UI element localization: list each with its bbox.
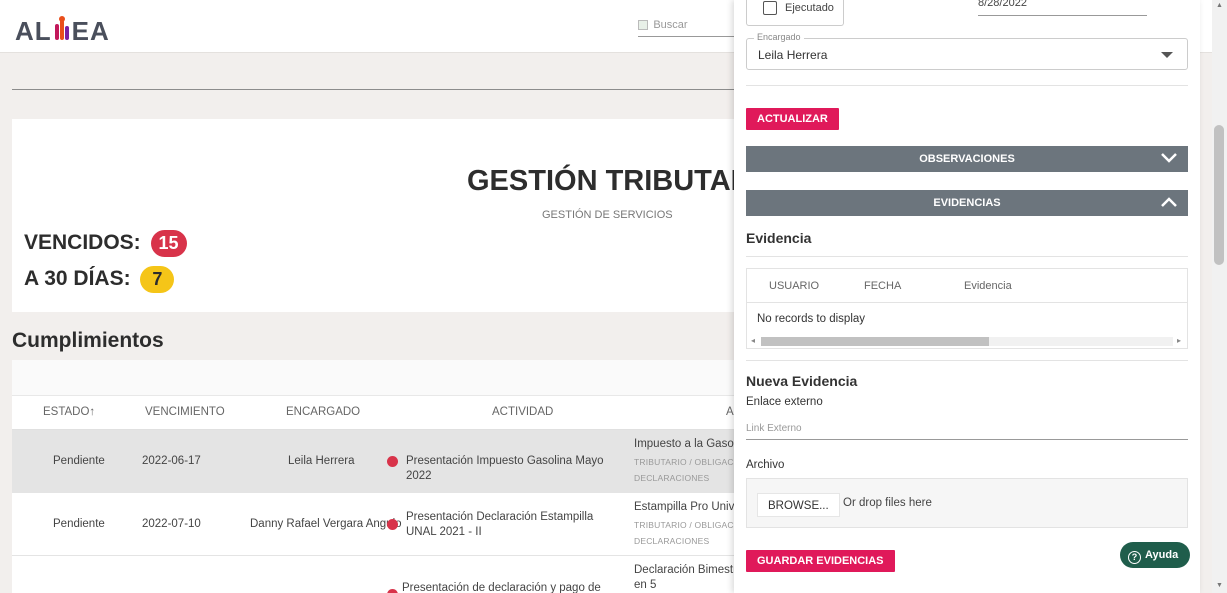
cell-categoria-cont: en 5 [634,579,657,591]
summary-card: GESTIÓN TRIBUTARIA GESTIÓN DE SERVICIOS … [12,119,781,312]
status-dot-icon [387,456,398,467]
vencidos-stat: VENCIDOS: 15 [24,230,187,257]
cell-actividad: Presentación de declaración y pago de IV… [402,582,601,593]
ejecutado-checkbox[interactable]: Ejecutado [746,0,844,26]
cell-actividad: Presentación Impuesto Gasolina Mayo 2022 [406,455,604,482]
status-dot-icon [387,519,398,530]
cumplimientos-title: Cumplimientos [12,329,164,352]
cell-estado: Pendiente [53,455,105,467]
divider [746,256,1188,257]
scroll-thumb[interactable] [1214,125,1224,265]
evidencia-table: USUARIO FECHA Evidencia No records to di… [746,268,1188,349]
cell-tag: DECLARACIONES [634,536,710,546]
divider-line [12,89,742,90]
cell-estado: Pendiente [53,518,105,530]
checkbox-icon[interactable] [763,1,777,15]
cell-vencimiento: 2022-07-10 [142,518,201,530]
divider [746,85,1188,86]
col-actividad[interactable]: ACTIVIDAD [492,406,553,418]
divider [746,360,1188,361]
a30dias-stat: A 30 DÍAS: 7 [24,266,175,293]
cell-vencimiento: 2022-06-17 [142,455,201,467]
table-row[interactable]: Pendiente 2022-06-17 Leila Herrera Prese… [12,430,742,493]
col-evidencia[interactable]: Evidencia [964,280,1012,292]
col-vencimiento[interactable]: VENCIMIENTO [145,406,225,418]
table-row[interactable]: Pendiente 2022-07-10 Danny Rafael Vergar… [12,493,742,556]
evidencias-accordion[interactable]: EVIDENCIAS [746,190,1188,216]
col-fecha[interactable]: FECHA [864,280,901,292]
cell-categoria: Estampilla Pro Unive [634,501,741,513]
page-scrollbar[interactable]: ▲ ▼ [1212,0,1227,593]
broken-image-icon [638,19,648,30]
encargado-value: Leila Herrera [758,48,828,62]
cell-tag: TRIBUTARIO / OBLIGACIO [634,520,742,530]
cumplimientos-table: ESTADO↑ VENCIMIENTO ENCARGADO ACTIVIDAD … [12,360,742,593]
dropdown-arrow-icon [1161,52,1173,58]
search-placeholder: Buscar [653,19,688,31]
table-toolbar [12,360,742,396]
cell-categoria: Declaración Bimestr [634,564,737,576]
cell-categoria: Impuesto a la Gasoli [634,438,739,450]
link-externo-input[interactable] [746,418,1188,439]
vencidos-badge[interactable]: 15 [150,230,187,257]
evidencia-table-header: USUARIO FECHA Evidencia [747,269,1187,303]
col-encargado[interactable]: ENCARGADO [286,406,360,418]
archivo-label: Archivo [746,459,785,471]
link-externo-field[interactable] [746,418,1188,440]
col-estado[interactable]: ESTADO↑ [43,406,95,418]
cell-encargado: Leila Herrera [288,455,355,467]
vencidos-label: VENCIDOS: [24,231,141,254]
observaciones-accordion[interactable]: OBSERVACIONES [746,146,1188,172]
col-area[interactable]: A [726,406,734,418]
nueva-evidencia-title: Nueva Evidencia [746,373,858,389]
ejecutado-label: Ejecutado [785,2,834,14]
scroll-up-icon[interactable]: ▲ [1216,2,1223,9]
col-usuario[interactable]: USUARIO [769,280,819,292]
encargado-select[interactable]: Encargado Leila Herrera [746,32,1188,70]
enlace-label: Enlace externo [746,396,823,408]
file-dropzone[interactable]: BROWSE... Or drop files here [746,478,1188,528]
evidencia-title: Evidencia [746,230,812,246]
page-subtitle: GESTIÓN DE SERVICIOS [542,209,673,221]
scroll-thumb[interactable] [761,337,989,346]
chevron-down-icon [1161,153,1177,164]
encargado-legend: Encargado [754,32,804,42]
cell-actividad: Presentación Declaración Estampilla UNAL… [406,511,594,538]
status-dot-icon [387,589,398,593]
a30dias-label: A 30 DÍAS: [24,267,131,290]
fecha-value: 8/28/2022 [978,0,1027,9]
guardar-evidencias-button[interactable]: GUARDAR EVIDENCIAS [746,550,895,572]
chevron-up-icon [1161,197,1177,208]
logo-mark-icon [53,16,71,42]
search-field[interactable]: Buscar [638,17,738,37]
scroll-left-icon[interactable]: ◂ [751,336,755,345]
a30dias-badge[interactable]: 7 [140,266,175,293]
help-label: Ayuda [1145,549,1179,561]
actualizar-button[interactable]: ACTUALIZAR [746,108,839,130]
browse-button[interactable]: BROWSE... [757,493,840,517]
horizontal-scrollbar[interactable]: ◂ ▸ [747,335,1187,347]
table-row[interactable]: Presentación de declaración y pago de IV… [12,556,742,593]
help-icon: ? [1128,551,1141,564]
table-header: ESTADO↑ VENCIMIENTO ENCARGADO ACTIVIDAD … [12,396,742,430]
evidencias-label: EVIDENCIAS [933,197,1001,209]
cell-tag: TRIBUTARIO / OBLIGACIO [634,457,742,467]
cell-tag: DECLARACIONES [634,473,710,483]
detail-panel: Ejecutado 8/28/2022 Encargado Leila Herr… [734,0,1200,593]
observaciones-label: OBSERVACIONES [919,153,1015,165]
no-records-text: No records to display [757,313,866,325]
drop-hint: Or drop files here [843,497,932,509]
scroll-down-icon[interactable]: ▼ [1216,582,1223,589]
fecha-field[interactable]: 8/28/2022 [978,0,1147,16]
alinea-logo[interactable]: AL EA [15,16,110,47]
help-button[interactable]: ? Ayuda [1120,542,1190,568]
cell-encargado: Danny Rafael Vergara Angulo [250,518,402,530]
scroll-right-icon[interactable]: ▸ [1177,336,1181,345]
